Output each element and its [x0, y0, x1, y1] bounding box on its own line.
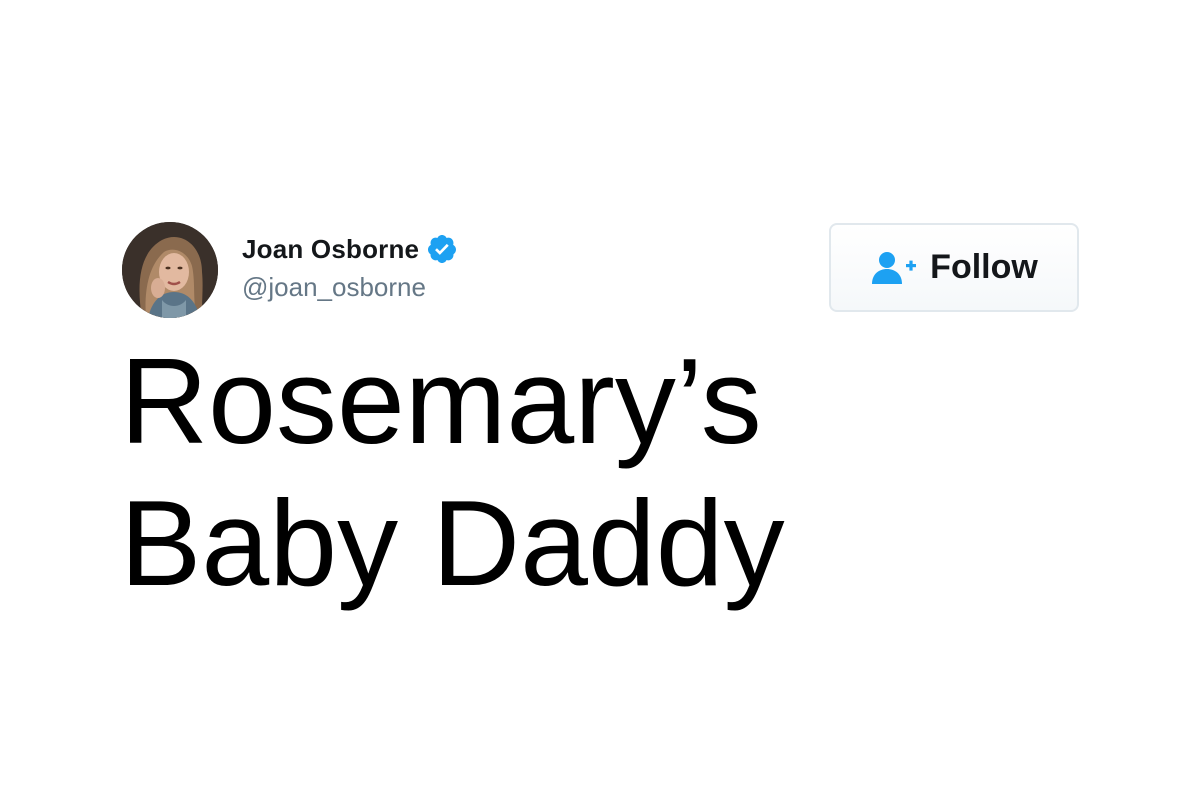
follow-button[interactable]: Follow [829, 223, 1079, 312]
add-user-icon [870, 250, 918, 286]
author-handle[interactable]: @joan_osborne [242, 272, 458, 303]
verified-badge-icon [426, 233, 458, 265]
author-display-name[interactable]: Joan Osborne [242, 234, 419, 265]
name-row: Joan Osborne [242, 230, 458, 268]
follow-button-label: Follow [930, 248, 1038, 286]
tweet-text: Rosemary’s Baby Daddy [120, 333, 785, 611]
avatar-photo [122, 222, 218, 318]
author-avatar[interactable] [122, 222, 218, 318]
author-info: Joan Osborne @joan_osborne [242, 230, 458, 303]
tweet-card: Joan Osborne @joan_osborne Follow Rosema… [0, 0, 1200, 800]
